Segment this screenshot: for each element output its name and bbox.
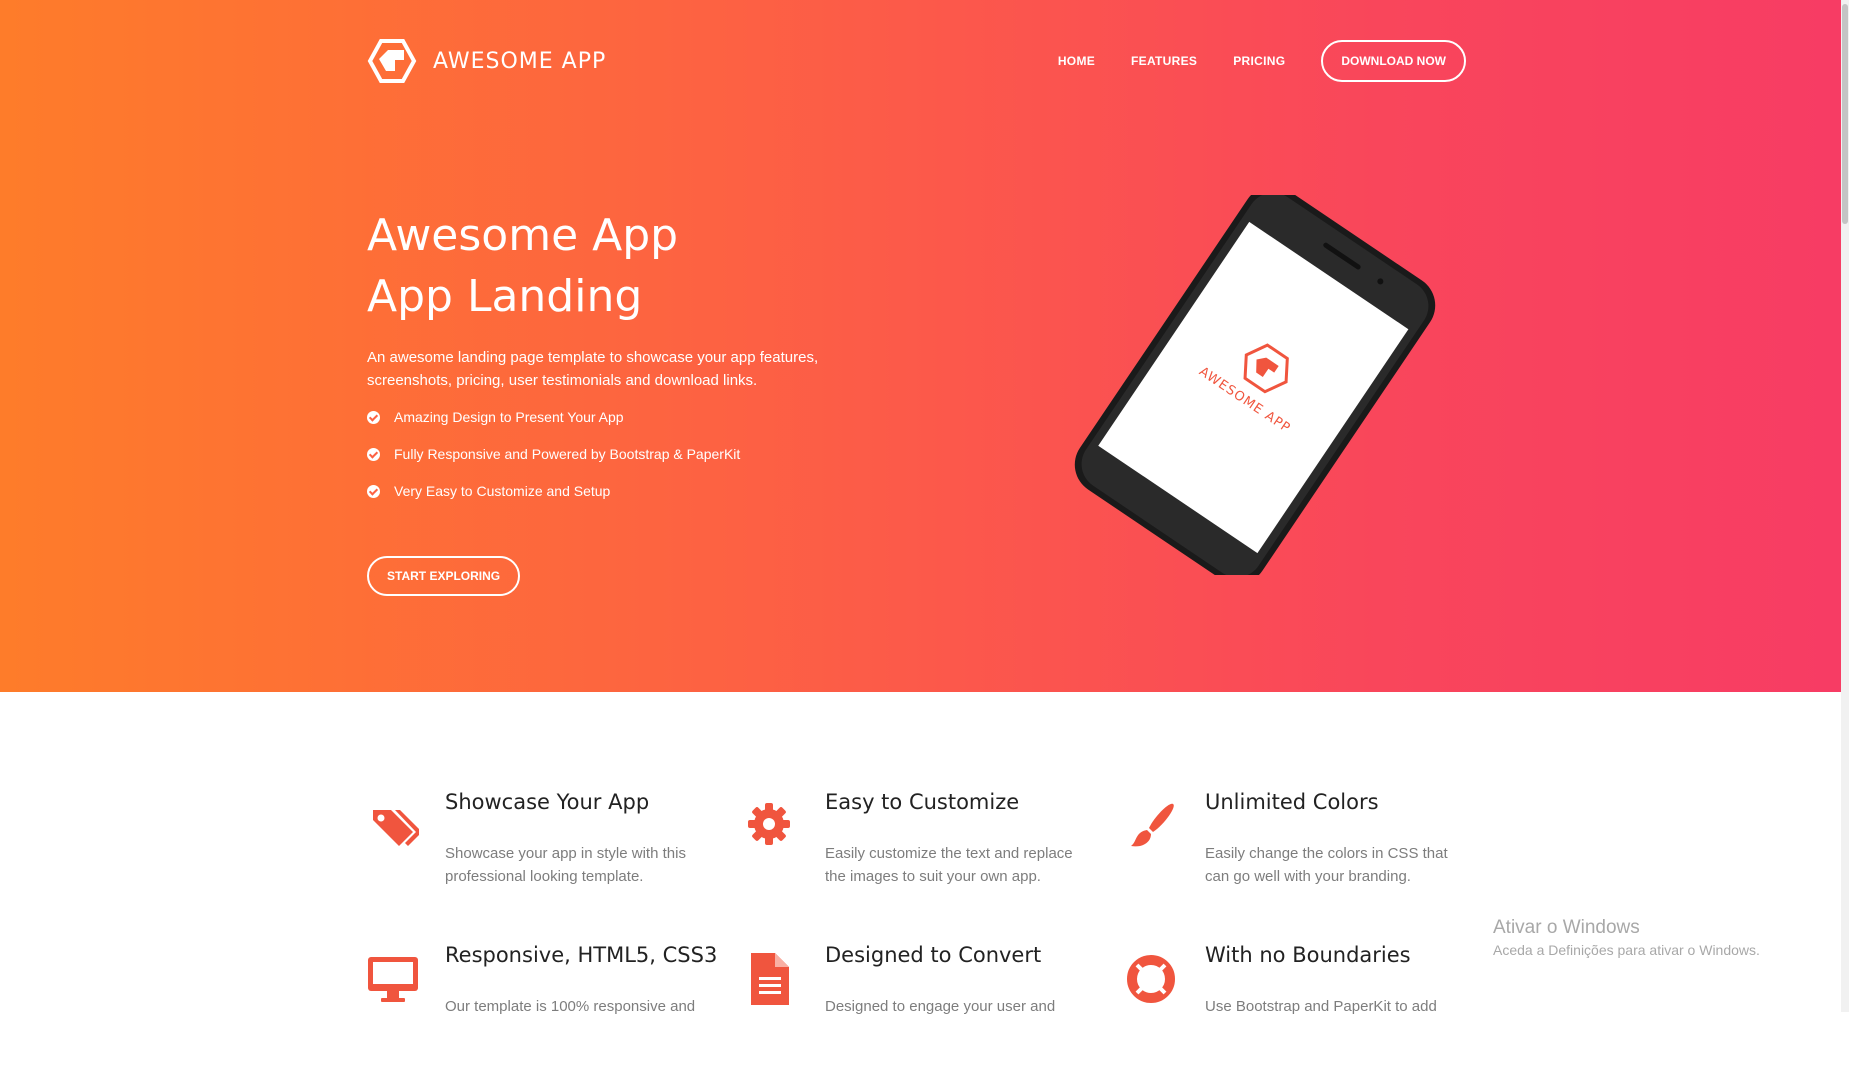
feature-text: Designed to engage your user and xyxy=(825,998,1056,1015)
feature-text: Showcase your app in style with this pro… xyxy=(445,845,686,885)
hero-list-text: Very Easy to Customize and Setup xyxy=(394,483,611,499)
hero-list-item: Very Easy to Customize and Setup xyxy=(367,483,740,520)
feature-text: Easily change the colors in CSS that can… xyxy=(1205,845,1448,885)
scrollbar-thumb[interactable] xyxy=(1842,4,1848,224)
feature-title: Unlimited Colors xyxy=(1205,790,1379,814)
hexagon-logo-icon xyxy=(367,39,417,83)
feature-title: With no Boundaries xyxy=(1205,943,1411,967)
hero-section: AWESOME APP HOME FEATURES PRICING DOWNLO… xyxy=(0,0,1841,692)
watermark-title: Ativar o Windows xyxy=(1493,917,1640,938)
nav-home[interactable]: HOME xyxy=(1058,54,1095,68)
brand-name: AWESOME APP xyxy=(433,48,607,74)
feature-item: Unlimited Colors Easily change the color… xyxy=(1127,790,1487,920)
check-circle-icon xyxy=(367,448,380,461)
brand[interactable]: AWESOME APP xyxy=(367,38,606,84)
feature-title: Designed to Convert xyxy=(825,943,1042,967)
feature-item: Showcase Your App Showcase your app in s… xyxy=(367,790,727,920)
top-navbar: AWESOME APP HOME FEATURES PRICING DOWNLO… xyxy=(367,34,1466,86)
check-circle-icon xyxy=(367,485,380,498)
nav-features[interactable]: FEATURES xyxy=(1131,54,1197,68)
desktop-icon xyxy=(368,957,418,1002)
life-ring-icon xyxy=(1127,955,1175,1003)
hero-title-line2: App Landing xyxy=(367,271,643,322)
check-circle-icon xyxy=(367,411,380,424)
windows-activation-watermark: Ativar o Windows Aceda a Definições para… xyxy=(1493,917,1760,958)
gear-icon xyxy=(748,803,790,845)
feature-item: Responsive, HTML5, CSS3 Our template is … xyxy=(367,943,727,1073)
hero-description: An awesome landing page template to show… xyxy=(367,349,819,389)
feature-title: Easy to Customize xyxy=(825,790,1020,814)
hero-list-item: Amazing Design to Present Your App xyxy=(367,409,740,446)
hero-feature-list: Amazing Design to Present Your App Fully… xyxy=(367,409,740,520)
paint-brush-icon xyxy=(1131,803,1174,847)
phone-mockup: AWESOME APP xyxy=(1074,195,1436,575)
tags-icon xyxy=(373,810,419,846)
feature-title: Showcase Your App xyxy=(445,790,650,814)
feature-text: Easily customize the text and replace th… xyxy=(825,845,1073,885)
nav-pricing[interactable]: PRICING xyxy=(1233,54,1285,68)
document-icon xyxy=(751,953,789,1005)
hero-list-text: Fully Responsive and Powered by Bootstra… xyxy=(394,446,741,462)
start-exploring-button[interactable]: START EXPLORING xyxy=(367,556,521,596)
feature-title: Responsive, HTML5, CSS3 xyxy=(445,943,718,967)
nav-links: HOME FEATURES PRICING DOWNLOAD NOW xyxy=(1058,40,1466,82)
hero-list-text: Amazing Design to Present Your App xyxy=(394,409,624,425)
hero-title-line1: Awesome App xyxy=(367,210,679,261)
download-now-button[interactable]: DOWNLOAD NOW xyxy=(1321,40,1466,82)
feature-item: Easy to Customize Easily customize the t… xyxy=(747,790,1107,920)
watermark-subtitle: Aceda a Definições para ativar o Windows… xyxy=(1493,942,1760,958)
hero-list-item: Fully Responsive and Powered by Bootstra… xyxy=(367,446,740,483)
hero-title: Awesome App App Landing xyxy=(367,205,678,327)
feature-item: With no Boundaries Use Bootstrap and Pap… xyxy=(1127,943,1487,1073)
vertical-scrollbar[interactable] xyxy=(1841,0,1849,1012)
feature-item: Designed to Convert Designed to engage y… xyxy=(747,943,1107,1073)
feature-text: Use Bootstrap and PaperKit to add xyxy=(1205,998,1437,1015)
feature-text: Our template is 100% responsive and xyxy=(445,998,696,1015)
